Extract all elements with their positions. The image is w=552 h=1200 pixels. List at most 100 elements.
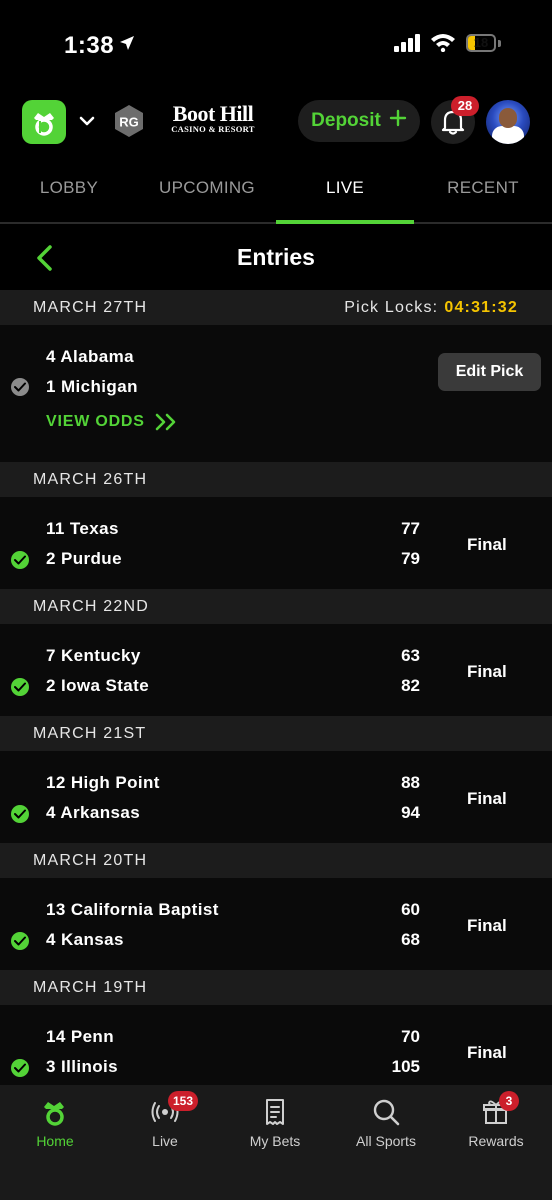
partner-name: Boot Hill: [172, 101, 254, 126]
tab-recent[interactable]: RECENT: [414, 152, 552, 224]
entry-card[interactable]: 7 Kentucky 63 2 Iowa State 82 Final: [0, 624, 552, 716]
game-status: Final: [467, 662, 507, 681]
correct-pick-check-icon: [11, 551, 29, 569]
team-1-score: 70: [401, 1027, 420, 1046]
nav-all-sports-label: All Sports: [356, 1133, 416, 1149]
battery-icon: 18: [466, 34, 496, 52]
view-odds-link[interactable]: VIEW ODDS: [46, 413, 179, 431]
avatar[interactable]: [486, 100, 530, 144]
responsible-gaming-badge[interactable]: RG: [112, 104, 146, 138]
correct-pick-check-icon: [11, 678, 29, 696]
team-2-name: 4 Kansas: [46, 930, 124, 949]
date-label: MARCH 20TH: [33, 852, 148, 869]
plus-icon: [389, 109, 407, 133]
status-bar: 1:38 18: [0, 0, 552, 90]
edit-pick-button[interactable]: Edit Pick: [438, 353, 541, 391]
pick-locks-label: Pick Locks:: [344, 299, 439, 316]
nav-live-label: Live: [152, 1133, 178, 1149]
nav-home[interactable]: Home: [0, 1085, 110, 1165]
team-1-name: 11 Texas: [46, 519, 119, 538]
team-1-score: 60: [401, 900, 420, 919]
nav-rewards-label: Rewards: [468, 1133, 524, 1149]
team-1-name: 7 Kentucky: [46, 646, 141, 665]
date-header: MARCH 22ND: [0, 589, 552, 624]
entry-card[interactable]: 13 California Baptist 60 4 Kansas 68 Fin…: [0, 878, 552, 970]
double-chevron-right-icon: [155, 413, 176, 431]
team-2-name: 2 Iowa State: [46, 676, 150, 695]
team-1-name: 13 California Baptist: [46, 900, 219, 919]
pick-locks-countdown: 04:31:32: [444, 299, 518, 316]
date-label: MARCH 27TH: [33, 299, 148, 316]
team-2-name: 3 Illinois: [46, 1057, 119, 1076]
date-header: MARCH 26TH: [0, 462, 552, 497]
home-crown-icon: [44, 1102, 64, 1126]
nav-rewards[interactable]: 3 Rewards: [441, 1085, 551, 1165]
tab-live[interactable]: LIVE: [276, 152, 414, 224]
date-label: MARCH 26TH: [33, 471, 148, 488]
team-2-score: 94: [401, 803, 420, 822]
entry-card[interactable]: 12 High Point 88 4 Arkansas 94 Final: [0, 751, 552, 843]
date-header: MARCH 27TH Pick Locks: 04:31:32: [0, 290, 552, 325]
live-count-badge: 153: [168, 1091, 199, 1111]
team-2-name: 2 Purdue: [46, 549, 122, 568]
team-2-name: 4 Arkansas: [46, 803, 141, 822]
nav-live[interactable]: 153 Live: [110, 1085, 220, 1165]
team-1-score: 77: [401, 519, 420, 538]
team-1-name: 4 Alabama: [46, 347, 135, 366]
tab-lobby[interactable]: LOBBY: [0, 152, 138, 224]
nav-all-sports[interactable]: All Sports: [331, 1085, 441, 1165]
date-label: MARCH 19TH: [33, 979, 148, 996]
status-time: 1:38: [64, 32, 115, 59]
game-status: Final: [467, 789, 507, 808]
top-tabs: LOBBY UPCOMING LIVE RECENT: [0, 152, 552, 224]
notifications-count-badge: 28: [451, 96, 479, 116]
bottom-nav: Home 153 Live My Bets All Sports 3 Rewar…: [0, 1085, 552, 1200]
nav-my-bets[interactable]: My Bets: [220, 1085, 330, 1165]
entries-list[interactable]: MARCH 27TH Pick Locks: 04:31:32 4 Alabama…: [0, 290, 552, 1085]
cellular-signal-icon: [394, 34, 422, 57]
rg-label: RG: [119, 115, 139, 130]
page-title: Entries: [237, 244, 315, 270]
deposit-button[interactable]: Deposit: [298, 100, 420, 142]
battery-level: 18: [473, 35, 489, 50]
pending-pick-check-icon: [11, 378, 29, 396]
nav-home-label: Home: [36, 1133, 74, 1149]
entry-card[interactable]: 14 Penn 70 3 Illinois 105 Final: [0, 1005, 552, 1085]
team-2-score: 79: [401, 549, 420, 568]
active-tab-indicator: [276, 220, 414, 224]
team-2-score: 105: [391, 1057, 420, 1076]
date-label: MARCH 22ND: [33, 598, 150, 615]
receipt-icon: [266, 1099, 284, 1125]
game-status: Final: [467, 1043, 507, 1062]
game-status: Final: [467, 535, 507, 554]
wifi-icon: [430, 32, 456, 57]
nav-my-bets-label: My Bets: [249, 1133, 301, 1149]
search-icon: [373, 1099, 400, 1126]
team-2-name: 1 Michigan: [46, 377, 138, 396]
team-1-name: 14 Penn: [46, 1027, 114, 1046]
correct-pick-check-icon: [11, 805, 29, 823]
deposit-label: Deposit: [311, 110, 381, 131]
app-header: RG Boot Hill CASINO & RESORT Deposit 28: [0, 96, 552, 148]
partner-logo: Boot Hill CASINO & RESORT: [160, 101, 266, 135]
team-1-score: 88: [401, 773, 420, 792]
correct-pick-check-icon: [11, 932, 29, 950]
team-2-score: 82: [401, 676, 420, 695]
team-2-score: 68: [401, 930, 420, 949]
date-header: MARCH 20TH: [0, 843, 552, 878]
tab-upcoming[interactable]: UPCOMING: [138, 152, 276, 224]
date-header: MARCH 21ST: [0, 716, 552, 751]
entry-card[interactable]: 11 Texas 77 2 Purdue 79 Final: [0, 497, 552, 589]
entry-card[interactable]: 4 Alabama 1 Michigan VIEW ODDS Edit Pick: [0, 325, 552, 462]
rewards-count-badge: 3: [499, 1091, 519, 1111]
draftkings-logo-icon[interactable]: [22, 100, 66, 144]
chevron-down-icon[interactable]: [78, 112, 96, 135]
correct-pick-check-icon: [11, 1059, 29, 1077]
partner-subtitle: CASINO & RESORT: [171, 124, 255, 134]
game-status: Final: [467, 916, 507, 935]
team-1-score: 63: [401, 646, 420, 665]
date-header: MARCH 19TH: [0, 970, 552, 1005]
view-odds-label: VIEW ODDS: [46, 413, 145, 430]
location-arrow-icon: [118, 34, 136, 57]
team-1-name: 12 High Point: [46, 773, 160, 792]
